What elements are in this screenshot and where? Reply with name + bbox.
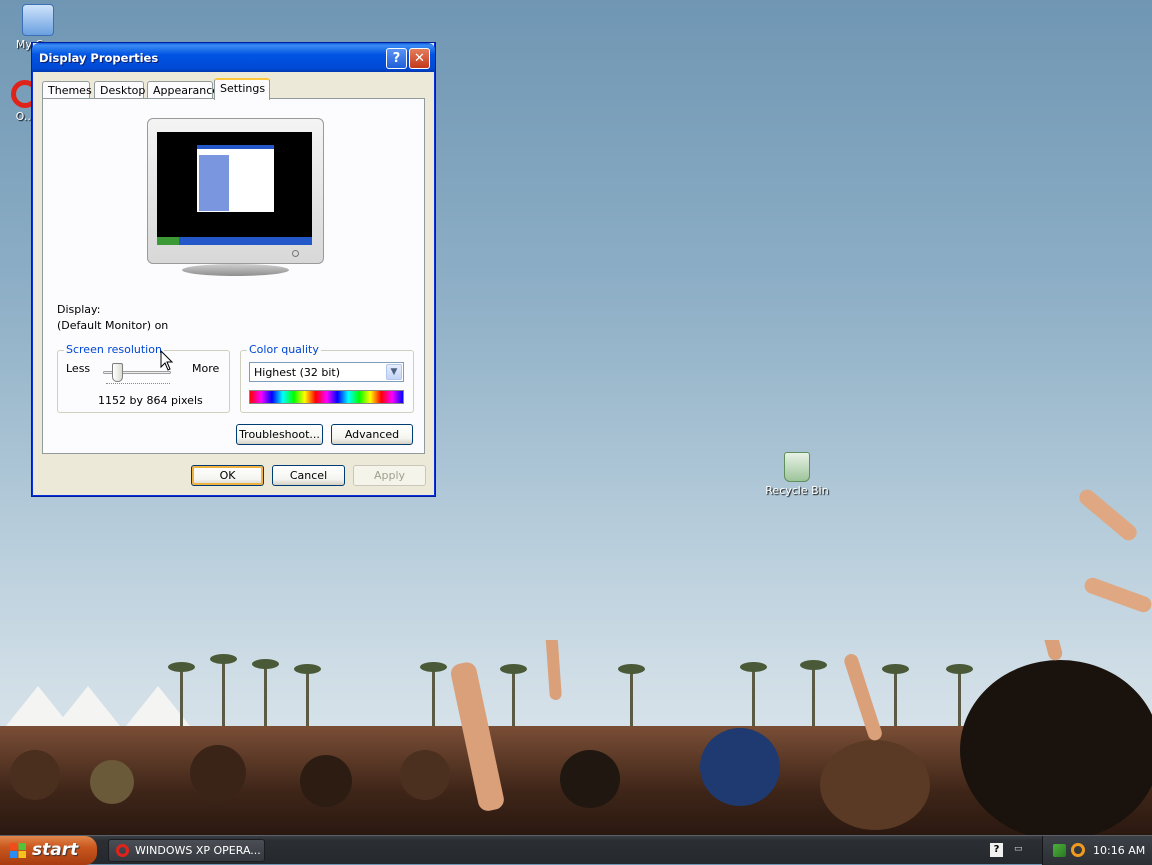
wallpaper-palm xyxy=(210,654,237,730)
wallpaper-head xyxy=(560,750,620,808)
wallpaper-palm xyxy=(800,660,827,730)
window-title: Display Properties xyxy=(39,51,159,65)
windows-flag-icon xyxy=(10,843,26,858)
recycle-bin-icon xyxy=(784,452,810,482)
monitor-mini-taskbar xyxy=(157,237,312,245)
wallpaper-cap xyxy=(700,728,780,806)
display-properties-window: Display Properties ? ✕ Themes Desktop Ap… xyxy=(32,43,435,496)
resolution-more-label: More xyxy=(192,362,220,375)
tab-desktop[interactable]: Desktop xyxy=(94,81,145,99)
computer-icon xyxy=(22,4,54,36)
language-help-icon[interactable]: ? xyxy=(990,843,1003,857)
apply-button[interactable]: Apply xyxy=(353,465,426,486)
taskbar-item-opera[interactable]: WINDOWS XP OPERA... xyxy=(108,839,265,862)
screen-resolution-legend: Screen resolution xyxy=(64,343,164,356)
taskbar: start WINDOWS XP OPERA... ? ▭ 10:16 AM xyxy=(0,835,1152,865)
wallpaper-palm xyxy=(420,662,447,730)
wallpaper-head xyxy=(960,660,1152,836)
help-button[interactable]: ? xyxy=(386,48,407,69)
color-quality-legend: Color quality xyxy=(247,343,321,356)
close-icon: ✕ xyxy=(414,51,425,66)
desktop-icon-recycle-bin[interactable]: Recycle Bin xyxy=(762,452,832,497)
wallpaper-hand xyxy=(1076,486,1140,544)
wallpaper-head xyxy=(400,750,450,800)
troubleshoot-button[interactable]: Troubleshoot... xyxy=(236,424,323,445)
cancel-button[interactable]: Cancel xyxy=(272,465,345,486)
wallpaper-arm xyxy=(545,640,562,701)
resolution-value: 1152 by 864 pixels xyxy=(98,394,203,407)
chevron-down-icon[interactable]: ▼ xyxy=(386,364,402,380)
wallpaper-palm xyxy=(500,664,527,730)
wallpaper-arm xyxy=(1026,640,1064,662)
color-quality-group: Color quality Highest (32 bit) ▼ xyxy=(240,343,414,413)
wallpaper-palm xyxy=(882,664,909,730)
wallpaper-head xyxy=(820,740,930,830)
monitor-mini-window xyxy=(197,145,274,212)
tab-appearance[interactable]: Appearance xyxy=(147,81,219,99)
tab-settings[interactable]: Settings xyxy=(214,78,270,100)
system-tray: 10:16 AM xyxy=(1042,836,1152,865)
start-button[interactable]: start xyxy=(0,836,97,865)
monitor-power-knob xyxy=(292,250,299,257)
wallpaper-palm xyxy=(618,664,645,730)
wallpaper-palm xyxy=(294,664,321,730)
screen-resolution-group: Screen resolution Less More 1152 by 864 … xyxy=(57,343,230,413)
advanced-button[interactable]: Advanced xyxy=(331,424,413,445)
tab-themes[interactable]: Themes xyxy=(42,81,92,99)
monitor-preview xyxy=(147,118,324,264)
language-bar-restore-icon[interactable]: ▭ xyxy=(1014,844,1023,854)
wallpaper-palm xyxy=(740,662,767,730)
display-value: (Default Monitor) on xyxy=(57,319,169,332)
help-icon: ? xyxy=(392,51,401,66)
display-label: Display: xyxy=(57,303,101,316)
start-label: start xyxy=(32,840,79,860)
search-tray-icon[interactable] xyxy=(1071,843,1085,857)
resolution-less-label: Less xyxy=(66,362,91,375)
wallpaper-head xyxy=(90,760,134,804)
tray-clock[interactable]: 10:16 AM xyxy=(1093,844,1145,857)
settings-panel: Display: (Default Monitor) on Screen res… xyxy=(42,98,425,454)
ok-button[interactable]: OK xyxy=(191,465,264,486)
wallpaper-palm xyxy=(168,662,195,728)
wallpaper-palm xyxy=(252,659,279,730)
network-tray-icon[interactable] xyxy=(1053,844,1066,857)
wallpaper-palm xyxy=(946,664,973,730)
opera-icon xyxy=(116,844,129,857)
wallpaper-head xyxy=(10,750,60,800)
monitor-screen xyxy=(157,132,312,245)
resolution-slider-thumb[interactable] xyxy=(111,363,123,382)
monitor-stand xyxy=(182,264,289,276)
resolution-slider-ticks xyxy=(106,383,170,386)
window-titlebar[interactable]: Display Properties ? ✕ xyxy=(32,43,435,72)
wallpaper-head xyxy=(300,755,352,807)
color-quality-selected: Highest (32 bit) xyxy=(254,366,341,379)
desktop-icon-label: Recycle Bin xyxy=(765,484,829,497)
wallpaper-crowd xyxy=(0,640,1152,836)
wallpaper-head xyxy=(190,745,246,801)
monitor-mini-start xyxy=(157,237,179,245)
taskbar-item-label: WINDOWS XP OPERA... xyxy=(135,844,261,857)
color-quality-select[interactable]: Highest (32 bit) ▼ xyxy=(249,362,404,382)
mouse-cursor-icon xyxy=(160,350,174,371)
close-button[interactable]: ✕ xyxy=(409,48,430,69)
wallpaper-hand xyxy=(1082,575,1152,615)
color-spectrum-bar xyxy=(249,390,404,404)
